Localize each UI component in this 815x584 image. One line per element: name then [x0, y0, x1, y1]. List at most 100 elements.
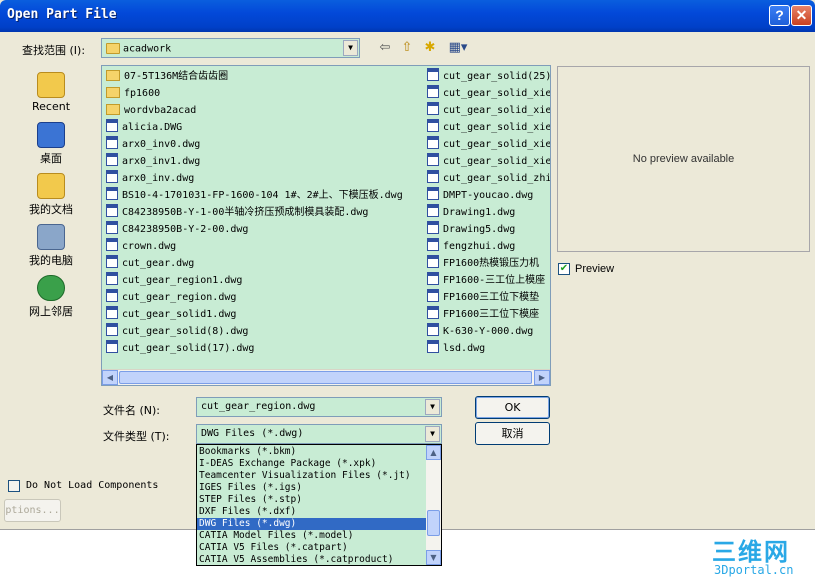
- place-label: 我的文档: [29, 203, 73, 216]
- scroll-thumb[interactable]: [119, 371, 532, 384]
- filetype-option[interactable]: CATIA Model Files (*.model): [197, 530, 427, 542]
- back-icon[interactable]: ⇦: [376, 40, 394, 56]
- file-list-item[interactable]: alicia.DWG: [104, 119, 422, 136]
- preview-checkbox[interactable]: ✔: [558, 263, 570, 275]
- options-button[interactable]: ptions...: [4, 499, 61, 522]
- place-network[interactable]: 网上邻居: [18, 275, 84, 319]
- dwg-file-icon: [427, 340, 439, 353]
- file-name: arx0_inv1.dwg: [122, 156, 201, 167]
- file-list-item[interactable]: cut_gear_solid(17).dwg: [104, 340, 422, 357]
- file-list-item[interactable]: cut_gear_region1.dwg: [104, 272, 422, 289]
- file-list-item[interactable]: FP1600三工位下模垫: [425, 289, 550, 306]
- file-list-item[interactable]: Drawing1.dwg: [425, 204, 550, 221]
- filename-input[interactable]: cut_gear_region.dwg ▼: [196, 397, 442, 417]
- file-list-item[interactable]: 07-5T136M结合齿齿圈: [104, 68, 422, 85]
- dwg-file-icon: [106, 238, 118, 251]
- file-list-item[interactable]: arx0_inv0.dwg: [104, 136, 422, 153]
- scroll-up-icon[interactable]: ▲: [426, 445, 441, 460]
- dwg-file-icon: [427, 306, 439, 319]
- filetype-option[interactable]: DXF Files (*.dxf): [197, 506, 427, 518]
- file-list-item[interactable]: Drawing5.dwg: [425, 221, 550, 238]
- no-preview-text: No preview available: [632, 153, 735, 165]
- file-list-item[interactable]: crown.dwg: [104, 238, 422, 255]
- file-list-item[interactable]: cut_gear_solid(25): [425, 68, 550, 85]
- place-recent[interactable]: Recent: [18, 72, 84, 113]
- file-list-item[interactable]: FP1600热模锻压力机: [425, 255, 550, 272]
- filename-label: 文件名 (N):: [103, 404, 161, 417]
- file-list-item[interactable]: cut_gear_solid_xie: [425, 136, 550, 153]
- file-list-item[interactable]: cut_gear_solid_xie: [425, 119, 550, 136]
- do-not-load-components-checkbox[interactable]: [8, 480, 20, 492]
- chevron-down-icon[interactable]: ▼: [425, 399, 440, 415]
- file-list-item[interactable]: cut_gear_solid1.dwg: [104, 306, 422, 323]
- file-list-item[interactable]: cut_gear.dwg: [104, 255, 422, 272]
- file-list-item[interactable]: cut_gear_solid(8).dwg: [104, 323, 422, 340]
- file-list-item[interactable]: cut_gear_region.dwg: [104, 289, 422, 306]
- filetype-option[interactable]: IGES Files (*.igs): [197, 482, 427, 494]
- file-list-item[interactable]: DMPT-youcao.dwg: [425, 187, 550, 204]
- chevron-down-icon[interactable]: ▼: [425, 426, 440, 442]
- title-bar[interactable]: Open Part File ? ✕: [0, 0, 815, 32]
- file-list-item[interactable]: cut_gear_solid_xie: [425, 85, 550, 102]
- my-computer-icon: [37, 224, 65, 250]
- place-my-documents[interactable]: 我的文档: [18, 173, 84, 217]
- file-list-item[interactable]: arx0_inv.dwg: [104, 170, 422, 187]
- chevron-down-icon[interactable]: ▼: [343, 40, 358, 56]
- dwg-file-icon: [106, 221, 118, 234]
- file-list-item[interactable]: cut_gear_solid_zhi: [425, 170, 550, 187]
- ok-button[interactable]: OK: [475, 396, 550, 419]
- place-my-computer[interactable]: 我的电脑: [18, 224, 84, 268]
- horizontal-scrollbar[interactable]: ◀ ▶: [102, 369, 550, 385]
- file-list-item[interactable]: BS10-4-1701031-FP-1600-104 1#、2#上、下模压板.d…: [104, 187, 422, 204]
- dwg-file-icon: [427, 136, 439, 149]
- file-name: lsd.dwg: [443, 343, 486, 354]
- file-list-item[interactable]: arx0_inv1.dwg: [104, 153, 422, 170]
- file-name: cut_gear_solid(25): [443, 71, 550, 82]
- scroll-down-icon[interactable]: ▼: [426, 550, 441, 565]
- file-list-item[interactable]: wordvba2acad: [104, 102, 422, 119]
- cancel-button[interactable]: 取消: [475, 422, 550, 445]
- filetype-select[interactable]: DWG Files (*.dwg) ▼: [196, 424, 442, 444]
- filetype-option[interactable]: Bookmarks (*.bkm): [197, 446, 427, 458]
- file-name: cut_gear_solid_xie: [443, 139, 550, 150]
- place-desktop[interactable]: 桌面: [18, 122, 84, 166]
- preview-pane: No preview available: [557, 66, 810, 252]
- dropdown-scrollbar[interactable]: ▲ ▼: [426, 445, 441, 565]
- filetype-option[interactable]: DWG Files (*.dwg): [197, 518, 427, 530]
- filetype-option[interactable]: Teamcenter Visualization Files (*.jt): [197, 470, 427, 482]
- up-folder-icon[interactable]: ⇧: [398, 40, 416, 56]
- file-list-item[interactable]: FP1600-三工位上模座: [425, 272, 550, 289]
- dwg-file-icon: [427, 85, 439, 98]
- preview-label: Preview: [575, 263, 615, 275]
- file-list-item[interactable]: fp1600: [104, 85, 422, 102]
- dwg-file-icon: [427, 238, 439, 251]
- file-list-item[interactable]: K-630-Y-000.dwg: [425, 323, 550, 340]
- filetype-option[interactable]: CATIA V5 Assemblies (*.catproduct): [197, 554, 427, 565]
- file-list-item[interactable]: cut_gear_solid_xie: [425, 153, 550, 170]
- help-button[interactable]: ?: [769, 5, 790, 26]
- dwg-file-icon: [427, 170, 439, 183]
- view-menu-icon[interactable]: ▦▾: [446, 40, 470, 56]
- file-list-item[interactable]: lsd.dwg: [425, 340, 550, 357]
- close-button[interactable]: ✕: [791, 5, 812, 26]
- file-name: cut_gear_solid(17).dwg: [122, 343, 255, 354]
- dwg-file-icon: [427, 102, 439, 115]
- filetype-option[interactable]: I-DEAS Exchange Package (*.xpk): [197, 458, 427, 470]
- file-list-item[interactable]: C84238950B-Y-2-00.dwg: [104, 221, 422, 238]
- filetype-option[interactable]: STEP Files (*.stp): [197, 494, 427, 506]
- dwg-file-icon: [106, 170, 118, 183]
- dropdown-scroll-thumb[interactable]: [427, 510, 440, 536]
- scroll-right-icon[interactable]: ▶: [534, 370, 550, 385]
- new-folder-icon[interactable]: ✱: [421, 40, 439, 56]
- file-list-item[interactable]: cut_gear_solid_xie: [425, 102, 550, 119]
- scroll-left-icon[interactable]: ◀: [102, 370, 118, 385]
- file-list-item[interactable]: fengzhui.dwg: [425, 238, 550, 255]
- file-list-item[interactable]: C84238950B-Y-1-00半轴冷挤压预成制模具装配.dwg: [104, 204, 422, 221]
- filetype-option[interactable]: CATIA V5 Files (*.catpart): [197, 542, 427, 554]
- file-list[interactable]: 07-5T136M结合齿齿圈 fp1600 wordvba2acad alicia.D…: [101, 65, 551, 386]
- filetype-dropdown-list[interactable]: Bookmarks (*.bkm) I-DEAS Exchange Package…: [196, 444, 442, 566]
- file-list-item[interactable]: FP1600三工位下模座: [425, 306, 550, 323]
- file-name: cut_gear_solid_xie: [443, 105, 550, 116]
- lookin-combo[interactable]: acadwork ▼: [101, 38, 360, 58]
- file-name: BS10-4-1701031-FP-1600-104 1#、2#上、下模压板.d…: [122, 190, 403, 201]
